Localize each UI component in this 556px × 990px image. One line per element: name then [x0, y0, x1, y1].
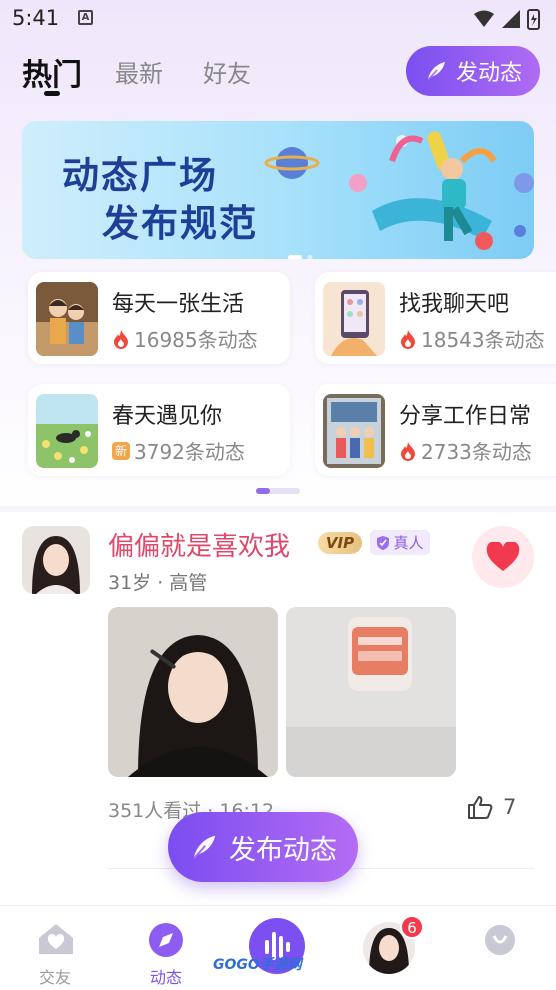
topic-count: 18543条动态: [399, 324, 545, 353]
topic-card-chat[interactable]: 找我聊天吧 18543条动态: [315, 272, 556, 364]
post-moment-label: 发动态: [455, 61, 522, 86]
user-meta: 31岁 · 高管: [108, 572, 208, 594]
topic-name: 找我聊天吧: [399, 292, 510, 317]
tab-friends[interactable]: 好友: [203, 54, 251, 89]
topic-card-spring[interactable]: 春天遇见你 新 3792条动态: [28, 384, 290, 476]
vip-badge: VIP: [318, 532, 362, 554]
feather-icon: [193, 835, 216, 859]
fire-icon: [114, 329, 128, 349]
topic-count: 16985条动态: [112, 324, 258, 353]
topic-count: 2733条动态: [399, 436, 532, 465]
nav-messages[interactable]: [333, 906, 443, 990]
like-button[interactable]: [472, 526, 534, 588]
wifi-icon: [474, 10, 494, 27]
banner-page-dots: [288, 246, 314, 259]
new-icon: 新: [112, 441, 130, 460]
status-bar: 5:41 A: [0, 0, 556, 36]
home-heart-icon: [39, 924, 73, 954]
post-photo-1[interactable]: [108, 607, 278, 777]
topic-count-text: 2733条动态: [421, 440, 532, 464]
signal-icon: [502, 10, 520, 28]
nav-friends[interactable]: 交友: [0, 906, 110, 990]
fire-icon: [401, 329, 415, 349]
user-name[interactable]: 偏偏就是喜欢我: [108, 526, 290, 563]
banner-illustration: [264, 131, 534, 250]
banner-title-line2: 发布规范: [102, 202, 258, 245]
post-photo-2[interactable]: [286, 607, 456, 777]
nav-center-live[interactable]: [222, 906, 332, 990]
user-avatar[interactable]: [22, 526, 90, 594]
topic-thumbnail: [36, 282, 98, 356]
tab-active-indicator: [44, 91, 60, 96]
nav-profile[interactable]: [444, 906, 554, 990]
watermark-logo: GOGO手游网: [213, 957, 302, 973]
status-icons: [472, 8, 546, 34]
heart-icon: [486, 542, 520, 571]
topic-thumbnail: [36, 394, 98, 468]
compass-icon: [149, 923, 183, 957]
topic-name: 每天一张生活: [112, 292, 245, 317]
feather-icon: [427, 62, 445, 81]
banner-title-line1: 动态广场: [62, 154, 218, 197]
fire-icon: [401, 441, 415, 461]
topics-page-indicator: [256, 488, 300, 494]
profile-icon: [485, 925, 515, 955]
rules-banner[interactable]: 动态广场 发布规范: [22, 121, 534, 259]
nav-moments[interactable]: 动态: [111, 906, 221, 990]
tab-hot[interactable]: 热门: [22, 50, 82, 94]
like-count: 7: [503, 795, 517, 819]
post-moment-button[interactable]: 发动态: [406, 46, 540, 96]
thumb-up-button[interactable]: 7: [467, 795, 516, 819]
verified-real-badge: 真人: [370, 530, 430, 555]
nav-friends-label: 交友: [38, 968, 71, 987]
topic-name: 春天遇见你: [112, 404, 223, 429]
topic-thumbnail: [323, 394, 385, 468]
notification-icon: A: [78, 10, 93, 25]
bottom-navigation: 交友 动态: [0, 905, 556, 990]
thumb-up-icon: [468, 796, 493, 819]
publish-moment-fab[interactable]: 发布动态: [168, 812, 358, 882]
topic-count-text: 3792条动态: [134, 440, 245, 464]
topic-count-text: 18543条动态: [421, 328, 545, 352]
topic-card-work[interactable]: 分享工作日常 2733条动态: [315, 384, 556, 476]
nav-moments-label: 动态: [149, 968, 182, 987]
verified-real-label: 真人: [393, 534, 424, 552]
status-time: 5:41: [12, 6, 60, 30]
topic-card-daily-life[interactable]: 每天一张生活 16985条动态: [28, 272, 290, 364]
tab-latest[interactable]: 最新: [115, 54, 163, 89]
topic-thumbnail: [323, 282, 385, 356]
message-count-badge: 6: [400, 915, 424, 939]
topic-count: 新 3792条动态: [112, 436, 245, 465]
topic-count-text: 16985条动态: [134, 328, 258, 352]
publish-moment-label: 发布动态: [229, 834, 337, 866]
shield-check-icon: [377, 535, 390, 550]
section-divider: [0, 506, 556, 512]
topic-name: 分享工作日常: [399, 404, 532, 429]
